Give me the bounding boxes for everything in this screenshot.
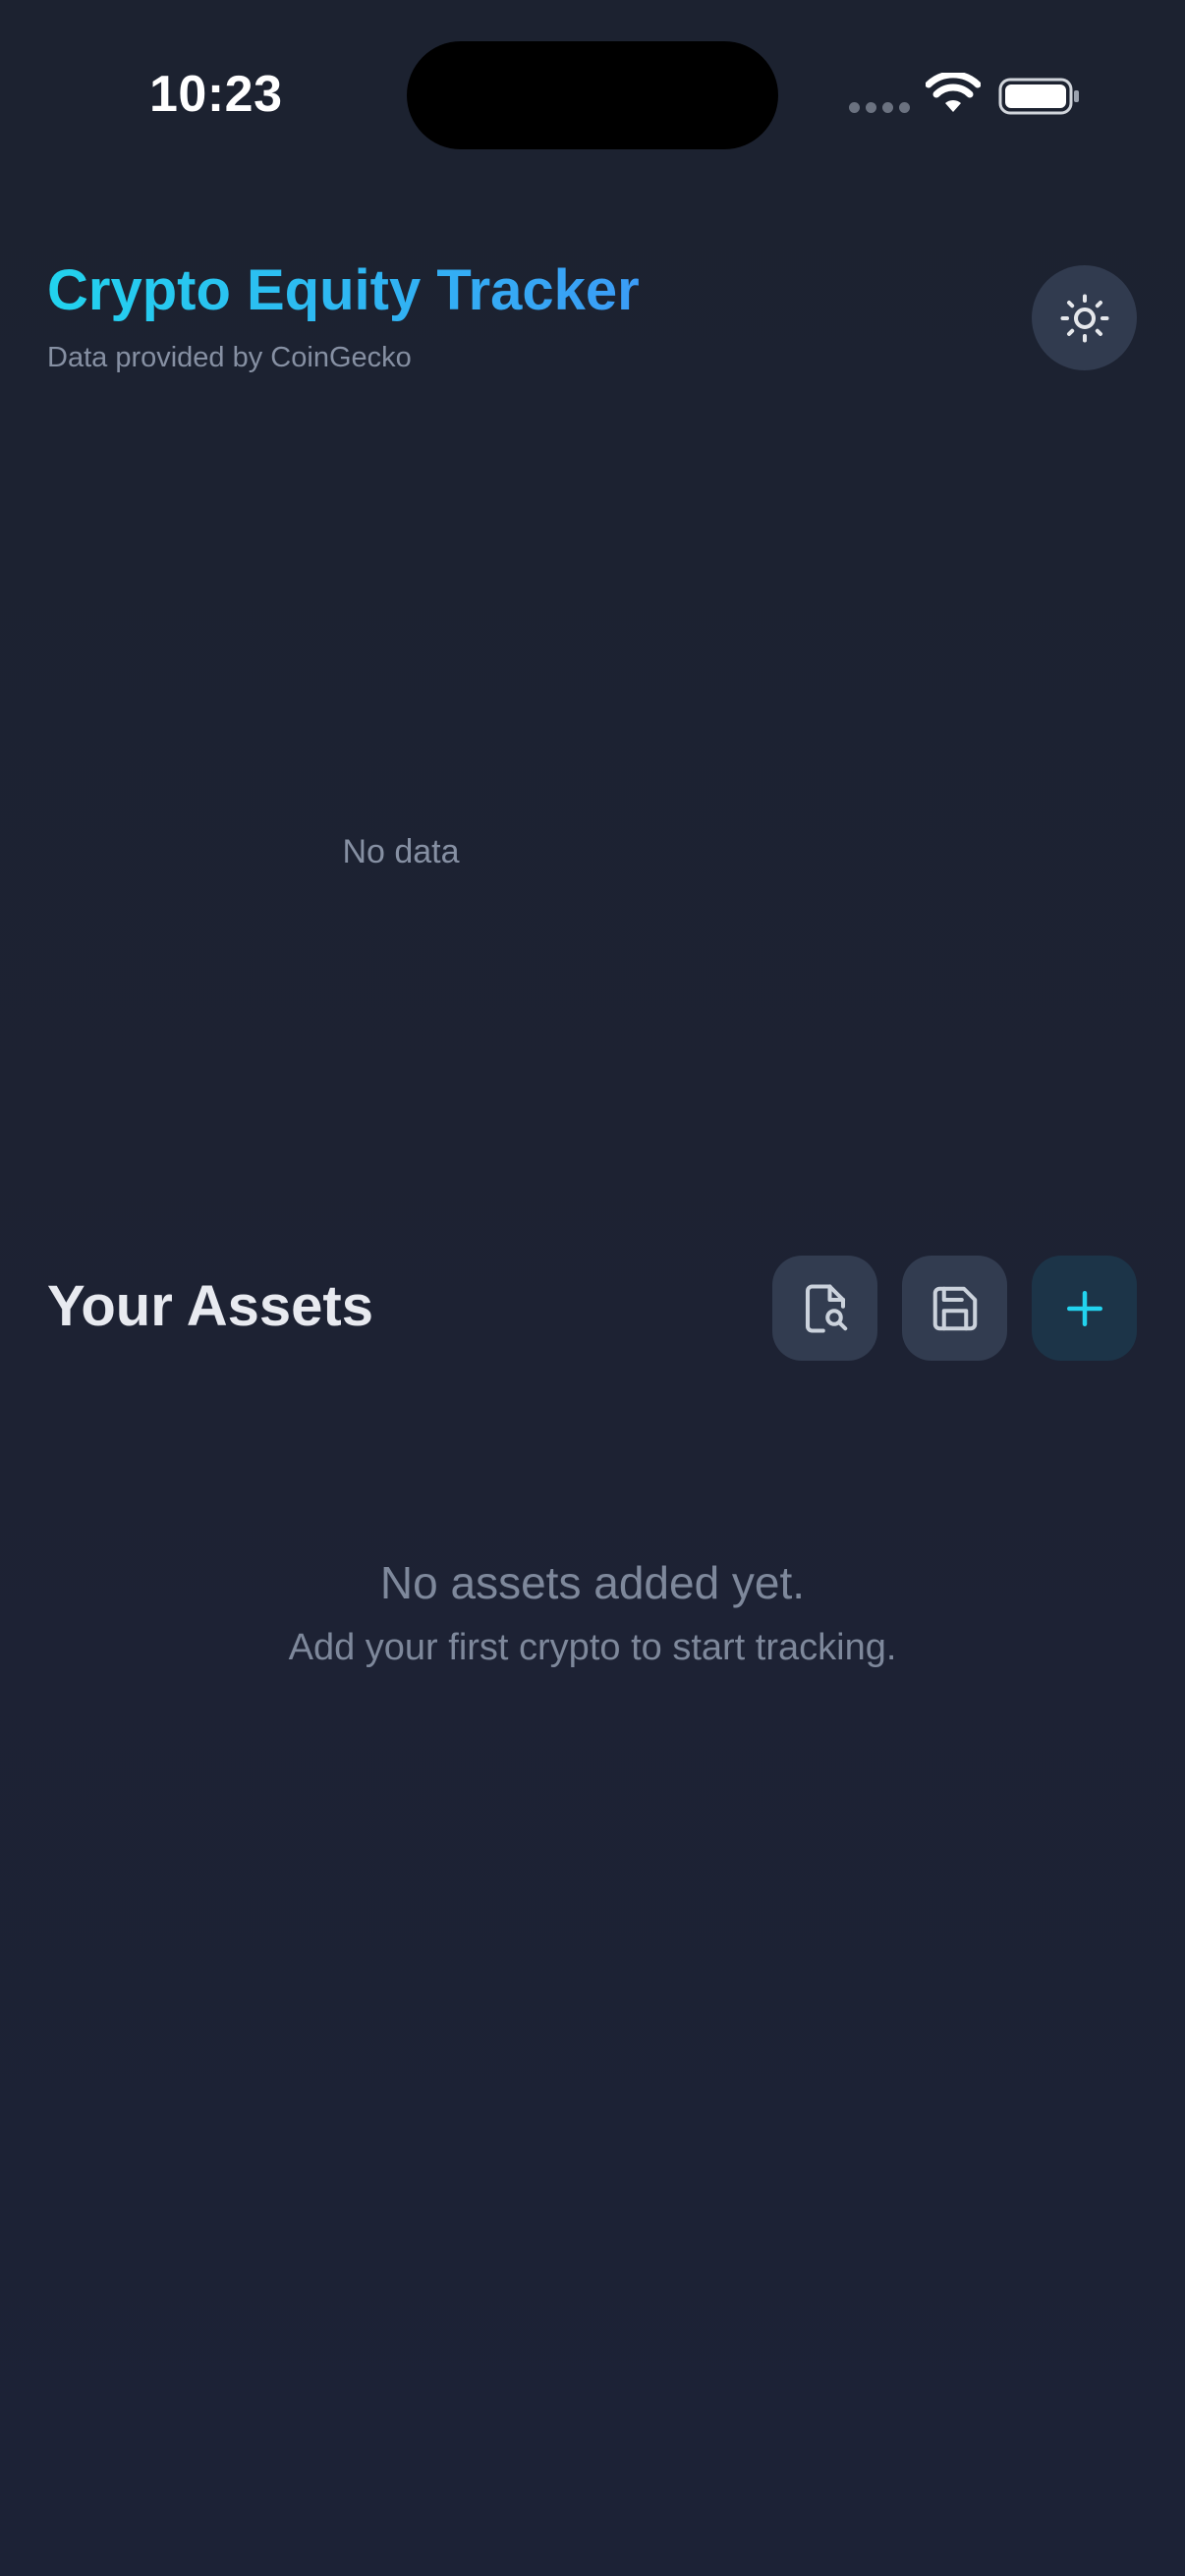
app-subtitle: Data provided by CoinGecko	[47, 342, 412, 373]
file-search-icon	[805, 1283, 847, 1333]
sun-icon	[1059, 293, 1109, 343]
battery-icon	[998, 78, 1079, 115]
app-title: Crypto Equity Tracker	[47, 258, 640, 322]
status-time: 10:23	[149, 66, 283, 123]
wifi-icon	[926, 73, 981, 112]
assets-title: Your Assets	[47, 1274, 373, 1338]
portfolio-chart: No data	[47, 432, 755, 1272]
save-icon	[932, 1286, 977, 1330]
import-button[interactable]	[772, 1256, 877, 1361]
signal-icon	[849, 102, 910, 113]
empty-state-title: No assets added yet.	[379, 1557, 806, 1608]
save-button[interactable]	[902, 1256, 1007, 1361]
theme-toggle-button[interactable]	[1032, 265, 1137, 370]
chart-empty-text: No data	[342, 833, 460, 870]
add-asset-button[interactable]	[1032, 1256, 1137, 1361]
plus-icon	[1066, 1290, 1102, 1326]
empty-state-subtitle: Add your first crypto to start tracking.	[288, 1627, 897, 1668]
dynamic-island	[407, 41, 778, 149]
